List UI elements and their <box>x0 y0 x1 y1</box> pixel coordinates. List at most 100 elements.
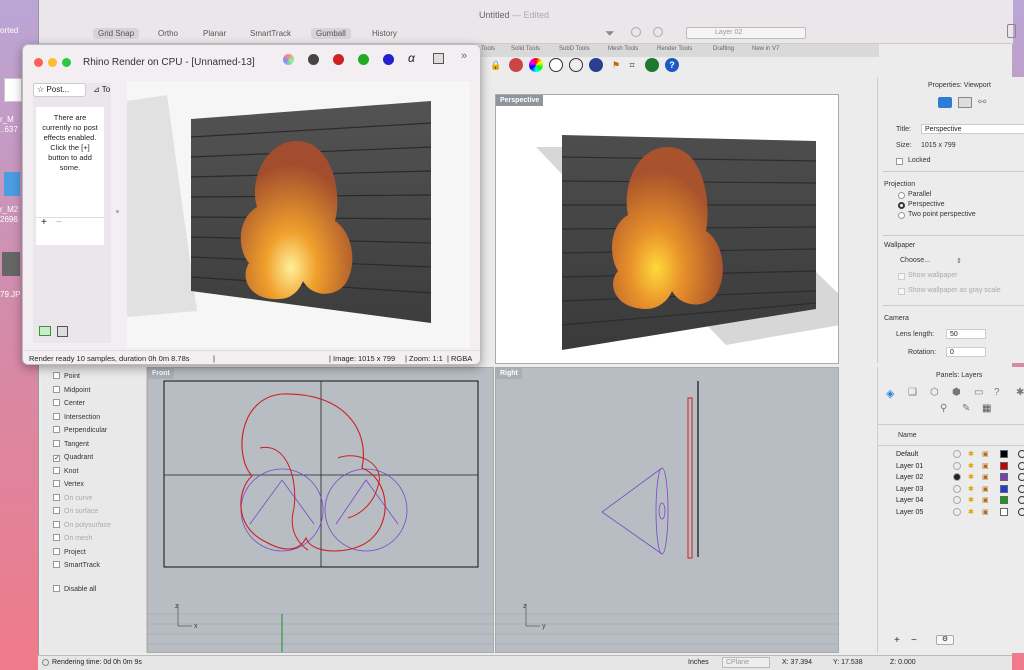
layer-state-icon[interactable]: ❏ <box>908 387 917 398</box>
material-circle[interactable] <box>1018 484 1024 493</box>
osnap-item[interactable]: Intersection <box>53 412 100 424</box>
layer-row[interactable]: Layer 01✱▣Corten r <box>878 461 1024 472</box>
brush-icon[interactable]: ✎ <box>962 403 970 414</box>
layer-name[interactable]: Layer 02 <box>896 472 923 483</box>
layer-color-swatch[interactable] <box>1000 484 1008 493</box>
tab-solid-tools[interactable]: Solid Tools <box>511 46 540 52</box>
name-column-header[interactable]: Name <box>898 432 917 439</box>
light-icon[interactable]: ⚑ <box>609 58 623 72</box>
chevron-updown-icon[interactable]: ⇕ <box>956 257 962 265</box>
globe-icon[interactable] <box>569 58 583 72</box>
layer-dropdown[interactable]: Layer 02 <box>686 27 806 39</box>
more-icon[interactable]: » <box>461 50 467 62</box>
target-icon[interactable] <box>653 27 663 37</box>
checkbox[interactable] <box>53 547 60 555</box>
filter-icon[interactable]: ⏷ <box>605 26 615 41</box>
folder-icon[interactable] <box>4 172 20 196</box>
layer-color-swatch[interactable] <box>1000 507 1008 516</box>
material-circle[interactable] <box>1018 473 1024 481</box>
lightbulb-icon[interactable]: ✱ <box>968 484 974 495</box>
add-effect-button[interactable]: + <box>41 218 47 228</box>
osnap-item[interactable]: Center <box>53 398 85 410</box>
remove-layer-button[interactable]: − <box>911 635 917 646</box>
tab-new-in-v7[interactable]: New in V7 <box>752 46 779 52</box>
checkbox[interactable] <box>53 480 60 487</box>
minimize-button[interactable] <box>48 58 57 67</box>
layer-color-swatch[interactable] <box>1000 496 1008 504</box>
material-circle[interactable] <box>1018 507 1024 516</box>
osnap-item[interactable]: Project <box>53 547 86 559</box>
render-icon[interactable] <box>645 58 659 72</box>
color-wheel-icon[interactable] <box>529 58 543 72</box>
checkbox[interactable] <box>53 585 60 592</box>
osnap-item[interactable]: ✓ Quadrant <box>53 452 93 464</box>
record-icon[interactable] <box>631 27 641 37</box>
desktop-file-label[interactable]: ..637 <box>0 125 18 134</box>
tab-drafting[interactable]: Drafting <box>713 46 734 52</box>
help-icon[interactable]: ? <box>665 58 679 72</box>
layer-row[interactable]: Layer 04 ✱ ▣ <box>878 495 1024 506</box>
splitter-handle[interactable] <box>116 210 119 213</box>
desktop-file-label[interactable]: orted <box>0 26 18 35</box>
locked-checkbox[interactable] <box>896 158 903 165</box>
display-icon[interactable]: ▭ <box>974 387 983 398</box>
layer-color-swatch[interactable] <box>1000 450 1008 458</box>
green-channel-icon[interactable] <box>358 54 369 65</box>
show-wallpaper-gray-checkbox[interactable] <box>898 288 905 295</box>
tab-tools[interactable]: Tools <box>481 46 495 52</box>
layer-name[interactable]: Default <box>896 449 918 460</box>
image-thumbnail-icon[interactable] <box>2 252 20 276</box>
material-icon[interactable] <box>509 58 523 72</box>
layer-name[interactable]: Layer 01 <box>896 461 923 472</box>
checkbox[interactable] <box>53 385 60 393</box>
desktop-file-label[interactable]: 79.JP <box>0 290 20 299</box>
current-layer-radio[interactable] <box>953 484 961 493</box>
layer-row[interactable]: Layer 05 ✱ ▣ <box>878 507 1024 518</box>
help-icon[interactable]: ? <box>994 387 1000 398</box>
osnap-item[interactable]: Tangent <box>53 439 89 451</box>
mapping-icon[interactable]: ⌗ <box>625 58 639 72</box>
layers-icon[interactable]: ◈ <box>886 387 894 400</box>
checkbox[interactable] <box>53 399 60 406</box>
current-layer-radio[interactable] <box>953 461 961 470</box>
alpha-icon[interactable]: α <box>408 51 415 65</box>
perspective-viewport[interactable]: Perspective <box>495 94 839 364</box>
osnap-item[interactable]: Vertex <box>53 479 84 491</box>
current-layer-radio[interactable] <box>953 473 961 481</box>
grid-snap-toggle[interactable]: Grid Snap <box>93 28 140 39</box>
close-button[interactable] <box>34 58 43 67</box>
checker-icon[interactable]: ▦ <box>982 403 991 414</box>
channels-icon[interactable] <box>283 54 294 65</box>
viewport-icon[interactable] <box>958 97 972 108</box>
layer-row[interactable]: Default✱▣Outside <box>878 449 1024 460</box>
osnap-item[interactable]: Point <box>53 371 80 383</box>
radio-perspective[interactable] <box>898 202 905 209</box>
add-layer-button[interactable]: + <box>894 635 900 646</box>
osnap-item[interactable]: Perpendicular <box>53 425 107 437</box>
tab-render-tools[interactable]: Render Tools <box>657 46 692 52</box>
radio-two-point[interactable] <box>898 212 905 219</box>
object-icon[interactable]: ⬡ <box>930 387 939 398</box>
osnap-item[interactable]: SmartTrack <box>53 560 100 572</box>
material-circle[interactable] <box>1018 450 1024 458</box>
zoom-button[interactable] <box>62 58 71 67</box>
lock-icon[interactable]: ▣ <box>982 495 989 506</box>
lightbulb-icon[interactable]: ✱ <box>968 461 974 472</box>
checkbox[interactable] <box>53 561 60 568</box>
rgb-icon[interactable] <box>308 54 319 65</box>
current-layer-radio[interactable] <box>953 496 961 504</box>
projection-option[interactable]: Perspective <box>908 201 945 208</box>
blue-channel-icon[interactable] <box>383 54 394 65</box>
checkbox[interactable] <box>53 466 60 474</box>
checkbox[interactable] <box>53 493 60 501</box>
tab-mesh-tools[interactable]: Mesh Tools <box>608 46 638 52</box>
open-folder-icon[interactable] <box>39 326 51 336</box>
layer-name[interactable]: Layer 04 <box>896 495 923 506</box>
checkbox[interactable] <box>53 439 60 447</box>
material-circle[interactable] <box>1018 496 1024 504</box>
gear-icon[interactable]: ⚙ <box>936 635 954 645</box>
osnap-disable-all[interactable]: Disable all <box>53 584 96 596</box>
lightbulb-icon[interactable]: ✱ <box>968 495 974 506</box>
checkbox[interactable]: ✓ <box>53 455 60 462</box>
tab-subd-tools[interactable]: SubD Tools <box>559 46 590 52</box>
